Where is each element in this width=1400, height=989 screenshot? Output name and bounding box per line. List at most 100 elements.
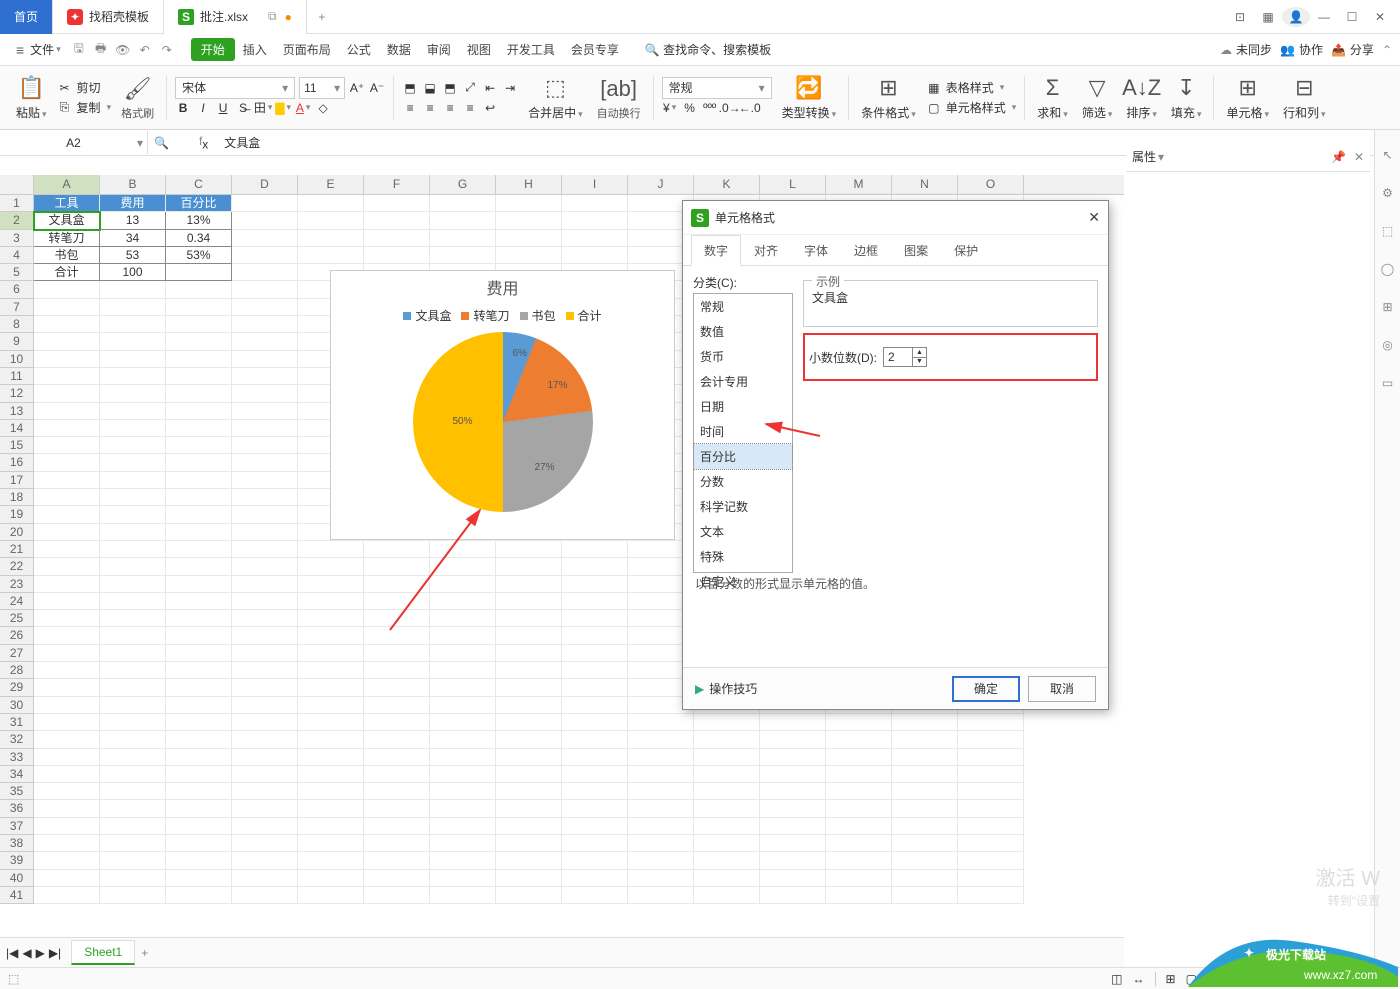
cell[interactable] bbox=[34, 403, 100, 420]
help-icon[interactable]: ◯ bbox=[1379, 260, 1397, 278]
cell[interactable] bbox=[628, 783, 694, 800]
cell[interactable] bbox=[628, 749, 694, 766]
cell[interactable] bbox=[430, 852, 496, 869]
cell[interactable] bbox=[100, 489, 166, 506]
col-header[interactable]: E bbox=[298, 175, 364, 194]
cell[interactable] bbox=[100, 299, 166, 316]
cell[interactable] bbox=[166, 645, 232, 662]
cell[interactable] bbox=[892, 783, 958, 800]
category-item[interactable]: 数值 bbox=[694, 319, 792, 344]
cell[interactable] bbox=[34, 333, 100, 350]
tab-file[interactable]: S批注.xlsx⧉● bbox=[164, 0, 307, 34]
dlg-tab-number[interactable]: 数字 bbox=[691, 235, 741, 266]
cell[interactable] bbox=[100, 351, 166, 368]
cell[interactable] bbox=[100, 576, 166, 593]
cell[interactable] bbox=[298, 818, 364, 835]
cell[interactable] bbox=[694, 800, 760, 817]
cell[interactable] bbox=[364, 662, 430, 679]
cell[interactable] bbox=[34, 281, 100, 298]
cell[interactable] bbox=[430, 593, 496, 610]
ribbon-collapse-icon[interactable]: ⌃ bbox=[1382, 43, 1392, 57]
cell[interactable] bbox=[34, 299, 100, 316]
cell[interactable] bbox=[232, 299, 298, 316]
view-icon2[interactable]: ↔ bbox=[1133, 972, 1145, 986]
cell[interactable] bbox=[496, 800, 562, 817]
sheet-tab[interactable]: Sheet1 bbox=[71, 940, 135, 965]
cell[interactable] bbox=[760, 714, 826, 731]
share-button[interactable]: 📤 分享 bbox=[1331, 41, 1374, 58]
cell[interactable] bbox=[100, 731, 166, 748]
cell[interactable] bbox=[826, 870, 892, 887]
category-item[interactable]: 会计专用 bbox=[694, 369, 792, 394]
select-all-corner[interactable] bbox=[0, 175, 34, 194]
cell[interactable]: 13% bbox=[166, 212, 232, 229]
table-style[interactable]: ▦表格样式▾ bbox=[926, 79, 1017, 97]
sort[interactable]: A↓Z排序▾ bbox=[1120, 74, 1163, 121]
row-header[interactable]: 22 bbox=[0, 558, 34, 575]
add-sheet-button[interactable]: + bbox=[141, 946, 148, 960]
row-header[interactable]: 31 bbox=[0, 714, 34, 731]
file-menu[interactable]: ≡文件▾ bbox=[8, 39, 69, 60]
indent-inc-icon[interactable]: ⇥ bbox=[502, 80, 518, 96]
cell[interactable] bbox=[430, 697, 496, 714]
wrap-icon[interactable]: ↩ bbox=[482, 100, 498, 116]
auto-wrap[interactable]: [ab]自动换行 bbox=[591, 75, 647, 121]
cell[interactable] bbox=[298, 731, 364, 748]
cell[interactable] bbox=[166, 835, 232, 852]
cell[interactable]: 书包 bbox=[34, 247, 100, 264]
cell[interactable] bbox=[34, 627, 100, 644]
cell[interactable] bbox=[166, 299, 232, 316]
cell[interactable] bbox=[628, 887, 694, 904]
cell[interactable] bbox=[364, 852, 430, 869]
cell[interactable] bbox=[232, 662, 298, 679]
row-header[interactable]: 8 bbox=[0, 316, 34, 333]
cell[interactable] bbox=[298, 679, 364, 696]
cell[interactable] bbox=[166, 800, 232, 817]
row-header[interactable]: 15 bbox=[0, 437, 34, 454]
cell[interactable] bbox=[100, 783, 166, 800]
cell[interactable] bbox=[232, 212, 298, 229]
category-item[interactable]: 百分比 bbox=[694, 444, 792, 469]
autosum[interactable]: Σ求和▾ bbox=[1031, 74, 1074, 121]
cell[interactable] bbox=[562, 627, 628, 644]
cell[interactable] bbox=[166, 783, 232, 800]
cell[interactable] bbox=[100, 835, 166, 852]
cell[interactable] bbox=[166, 385, 232, 402]
cell[interactable]: 13 bbox=[100, 212, 166, 229]
cell[interactable] bbox=[34, 610, 100, 627]
cell[interactable] bbox=[694, 731, 760, 748]
cell[interactable] bbox=[496, 541, 562, 558]
row-header[interactable]: 10 bbox=[0, 351, 34, 368]
dec-inc-icon[interactable]: .0→ bbox=[722, 100, 738, 116]
menu-data[interactable]: 数据 bbox=[379, 37, 419, 62]
category-item[interactable]: 常规 bbox=[694, 294, 792, 319]
cell[interactable] bbox=[562, 731, 628, 748]
decimal-spinner[interactable]: 2▲▼ bbox=[883, 347, 927, 367]
cell[interactable] bbox=[628, 714, 694, 731]
cell[interactable] bbox=[496, 731, 562, 748]
cell[interactable] bbox=[958, 749, 1024, 766]
cell[interactable] bbox=[430, 870, 496, 887]
spin-down-icon[interactable]: ▼ bbox=[913, 358, 926, 367]
cell[interactable] bbox=[166, 593, 232, 610]
number-format-select[interactable]: 常规▾ bbox=[662, 77, 772, 99]
cell[interactable] bbox=[100, 800, 166, 817]
cell[interactable] bbox=[364, 558, 430, 575]
cell[interactable] bbox=[298, 662, 364, 679]
cell[interactable] bbox=[562, 593, 628, 610]
cell[interactable] bbox=[694, 835, 760, 852]
col-header[interactable]: A bbox=[34, 175, 100, 194]
cell[interactable] bbox=[562, 783, 628, 800]
orient-icon[interactable]: ⤢ bbox=[462, 80, 478, 96]
col-header[interactable]: G bbox=[430, 175, 496, 194]
cell[interactable] bbox=[166, 887, 232, 904]
col-header[interactable]: N bbox=[892, 175, 958, 194]
cell[interactable] bbox=[232, 576, 298, 593]
cell[interactable] bbox=[826, 783, 892, 800]
font-grow-icon[interactable]: A⁺ bbox=[349, 80, 365, 96]
cell[interactable] bbox=[100, 506, 166, 523]
cell[interactable] bbox=[34, 420, 100, 437]
cell[interactable] bbox=[166, 558, 232, 575]
fill[interactable]: ↧填充▾ bbox=[1165, 74, 1208, 121]
cancel-button[interactable]: 取消 bbox=[1028, 676, 1096, 702]
